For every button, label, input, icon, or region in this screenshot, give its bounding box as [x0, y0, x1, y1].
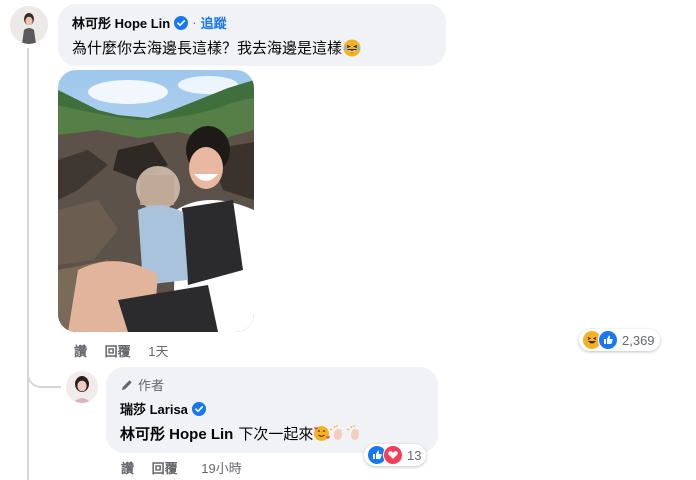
reaction-count: 13 — [407, 447, 422, 463]
comment-author-name[interactable]: 林可彤 Hope Lin — [72, 13, 170, 32]
reply-text: 下次一起來 — [238, 426, 314, 443]
separator-dot: · — [192, 15, 197, 30]
reply-actions: 讚 回覆 19小時 — [121, 458, 256, 477]
applause-emoji-icon — [347, 425, 364, 442]
commenter-avatar[interactable] — [10, 6, 48, 44]
reply-timestamp[interactable]: 19小時 — [201, 461, 241, 476]
reply-author-name[interactable]: 瑞莎 Larisa — [120, 399, 188, 418]
applause-emoji-icon — [330, 425, 347, 442]
love-icon — [383, 445, 403, 465]
reply-button[interactable]: 回覆 — [105, 344, 131, 359]
verified-badge-icon — [191, 401, 206, 416]
laughing-emoji-icon — [343, 39, 361, 57]
like-button[interactable]: 讚 — [74, 344, 87, 359]
comment-reactions[interactable]: 2,369 — [579, 329, 660, 351]
pencil-icon — [120, 378, 134, 392]
smiling-hearts-emoji-icon — [313, 425, 331, 442]
comment-photo[interactable] — [58, 70, 254, 332]
reaction-count: 2,369 — [622, 332, 655, 348]
comment-timestamp[interactable]: 1天 — [148, 344, 168, 359]
author-badge: 作者 — [138, 378, 165, 393]
follow-button[interactable]: 追蹤 — [201, 13, 227, 32]
like-button[interactable]: 讚 — [121, 461, 134, 476]
thread-line — [27, 48, 29, 480]
like-icon — [598, 330, 618, 350]
comment-text: 為什麼你去海邊長這樣？我去海邊是這樣 — [72, 40, 343, 57]
reply-author-avatar[interactable] — [66, 371, 98, 403]
reply-connector — [27, 360, 61, 388]
comment-actions: 讚 回覆 1天 — [74, 341, 183, 360]
reply-reactions[interactable]: 13 — [364, 444, 427, 466]
comment-bubble: 林可彤 Hope Lin · 追蹤 為什麼你去海邊長這樣？我去海邊是這樣 — [58, 4, 446, 66]
reply-mention-link[interactable]: 林可彤 Hope Lin — [120, 423, 233, 444]
reply-button[interactable]: 回覆 — [152, 461, 178, 476]
reply-bubble: 作者 瑞莎 Larisa 林可彤 Hope Lin 下次一起來 — [106, 367, 438, 453]
verified-badge-icon — [174, 15, 189, 30]
